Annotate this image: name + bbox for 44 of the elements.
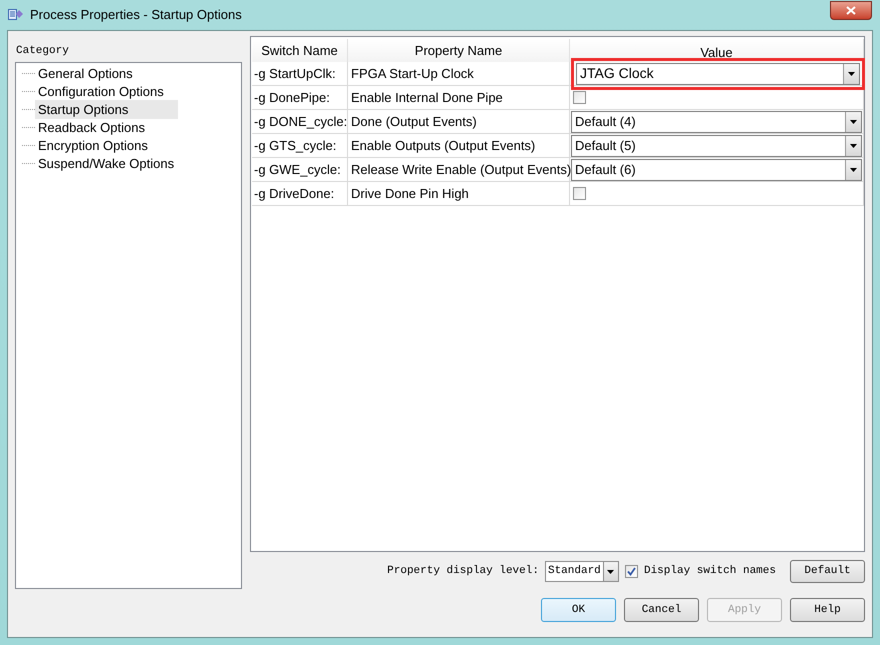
caret-icon <box>848 72 855 76</box>
app-icon <box>8 8 24 22</box>
value-dropdown[interactable]: Default (6) <box>571 158 862 180</box>
table-cell: Drive Done Pin High <box>348 182 570 205</box>
close-icon <box>846 6 856 14</box>
value-dropdown[interactable]: Default (4) <box>571 110 862 132</box>
caret-icon <box>850 168 857 172</box>
table-cell: -g GWE_cycle: <box>252 158 348 181</box>
caret-icon <box>850 120 857 124</box>
table-cell: Enable Internal Done Pipe <box>348 86 570 109</box>
table-cell: Release Write Enable (Output Events) <box>348 158 570 181</box>
column-header[interactable]: Property Name <box>348 39 570 62</box>
tree-item[interactable]: Startup Options <box>35 100 178 120</box>
table-cell: Enable Outputs (Output Events) <box>348 134 570 157</box>
tree-item[interactable]: Readback Options <box>35 118 178 138</box>
tree-item[interactable]: Suspend/Wake Options <box>35 154 178 174</box>
table-cell: -g StartUpClk: <box>252 62 348 85</box>
dialog-button[interactable]: Help <box>790 598 865 622</box>
close-button[interactable] <box>830 0 872 20</box>
display-level-label: Property display level: <box>387 564 539 580</box>
default-button[interactable]: Default <box>790 560 865 583</box>
column-header[interactable]: Switch Name <box>252 39 348 62</box>
checkbox[interactable] <box>573 187 586 200</box>
checkbox-label: Display switch names <box>644 564 776 580</box>
tree-item[interactable]: General Options <box>35 64 178 84</box>
window-title: Process Properties - Startup Options <box>30 6 243 24</box>
checkbox[interactable] <box>573 91 586 104</box>
category-label: Category <box>16 44 70 59</box>
table-cell: -g DonePipe: <box>252 86 348 109</box>
dialog-button[interactable]: Cancel <box>624 598 699 622</box>
table-cell: -g DriveDone: <box>252 182 348 205</box>
tree-item[interactable]: Configuration Options <box>35 82 178 102</box>
value-dropdown[interactable]: Default (5) <box>571 134 862 156</box>
table-cell: -g GTS_cycle: <box>252 134 348 157</box>
caret-icon <box>850 144 857 148</box>
tree-item[interactable]: Encryption Options <box>35 136 178 156</box>
display-level-dropdown[interactable]: Standard <box>544 561 619 582</box>
checkbox[interactable] <box>624 565 638 578</box>
table-cell: Done (Output Events) <box>348 110 570 133</box>
table-cell: -g DONE_cycle: <box>252 110 348 133</box>
dialog-button[interactable]: OK <box>541 598 616 622</box>
caret-icon <box>607 570 614 574</box>
value-dropdown[interactable]: JTAG Clock <box>576 62 860 84</box>
table-cell: FPGA Start-Up Clock <box>348 62 570 85</box>
